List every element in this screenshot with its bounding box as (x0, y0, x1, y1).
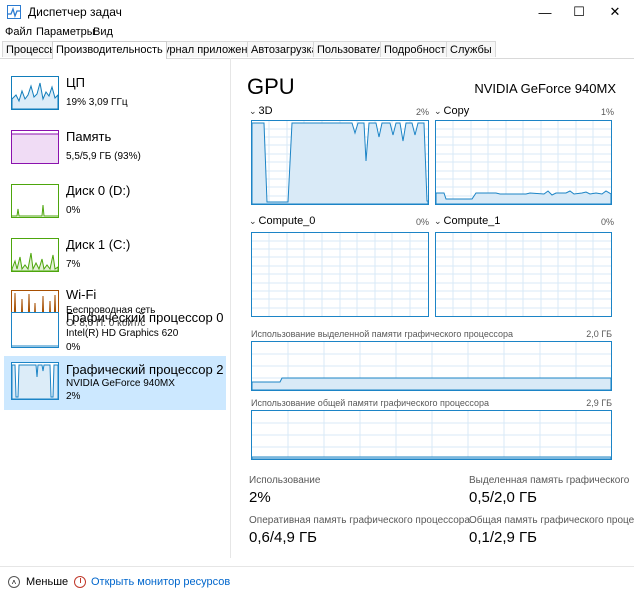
task-manager-icon (7, 5, 21, 19)
resource-disk-0[interactable]: Диск 0 (D:) 0% (4, 174, 226, 228)
resource-name: Графический процессор 0 (66, 310, 224, 325)
shared-memory-graph (251, 410, 612, 460)
resource-gpu-2[interactable]: Графический процессор 2 NVIDIA GeForce 9… (4, 356, 226, 410)
chevron-down-icon: ⌄ (249, 106, 257, 116)
menu-file[interactable]: Файл (5, 26, 32, 38)
dedicated-memory-max: 2,0 ГБ (586, 329, 612, 339)
stat-gpu-memory-value: 0,6/4,9 ГБ (249, 529, 318, 546)
stat-dedicated-label: Выделенная память графического (469, 475, 630, 486)
chevron-down-icon: ⌄ (249, 216, 257, 226)
resource-name: Wi-Fi (66, 287, 97, 302)
resource-name: Диск 1 (C:) (66, 237, 131, 252)
resource-monitor-icon (74, 576, 86, 588)
open-resource-monitor-link[interactable]: Открыть монитор ресурсов (74, 576, 230, 588)
engine-percent: 2% (415, 107, 429, 117)
resource-detail: Intel(R) HD Graphics 620 (66, 328, 179, 339)
menu-options[interactable]: Параметры (36, 26, 95, 38)
engine-name: Copy (443, 105, 470, 117)
tab-bar: Процессы Производительность Журнал прило… (0, 41, 634, 59)
resource-name: Диск 0 (D:) (66, 183, 131, 198)
maximize-button[interactable]: ☐ (562, 0, 596, 24)
minimize-button[interactable]: — (528, 0, 562, 24)
engine-percent: 1% (600, 107, 614, 117)
memory-thumbnail (11, 130, 59, 164)
resource-name: Графический процессор 2 (66, 362, 224, 377)
resource-name: ЦП (66, 75, 85, 90)
chevron-up-icon: ˄ (8, 576, 20, 588)
resource-memory[interactable]: Память 5,5/5,9 ГБ (93%) (4, 120, 226, 174)
footer: ˄ Меньше Открыть монитор ресурсов (0, 566, 634, 601)
resource-detail-2: 2% (66, 391, 81, 402)
fewer-details-label: Меньше (26, 576, 69, 588)
stat-utilization-label: Использование (249, 475, 321, 486)
stat-dedicated-value: 0,5/2,0 ГБ (469, 489, 538, 506)
window-title: Диспетчер задач (28, 5, 122, 19)
resource-list: ЦП 19% 3,09 ГГц Память 5,5/5,9 ГБ (93%) … (0, 58, 231, 558)
engine-name: Compute_0 (258, 215, 316, 227)
close-button[interactable]: ✕ (598, 0, 632, 24)
dedicated-memory-label: Использование выделенной памяти графичес… (251, 329, 513, 339)
shared-memory-max: 2,9 ГБ (586, 398, 612, 408)
resource-detail: NVIDIA GeForce 940MX (66, 378, 175, 389)
chevron-down-icon: ⌄ (434, 216, 442, 226)
engine-3d-selector[interactable]: ⌄ 3D (249, 105, 273, 117)
engine-compute1-selector[interactable]: ⌄ Compute_1 (434, 215, 500, 227)
gpu-title: GPU (247, 74, 295, 99)
tab-startup[interactable]: Автозагрузка (247, 41, 322, 57)
shared-memory-label: Использование общей памяти графического … (251, 398, 490, 408)
engine-3d-graph (251, 120, 429, 205)
engine-name: 3D (258, 105, 273, 117)
stat-shared-value: 0,1/2,9 ГБ (469, 529, 538, 546)
close-icon: ✕ (609, 4, 621, 19)
resource-detail: 5,5/5,9 ГБ (93%) (66, 151, 141, 162)
menu-view[interactable]: Вид (93, 26, 113, 38)
gpu0-thumbnail (11, 312, 59, 348)
gpu-model: NVIDIA GeForce 940MX (474, 81, 616, 96)
resource-detail: 0% (66, 205, 81, 216)
engine-copy-selector[interactable]: ⌄ Copy (434, 105, 469, 117)
engine-copy-graph (435, 120, 612, 205)
maximize-icon: ☐ (573, 4, 585, 19)
engine-compute1-graph (435, 232, 612, 317)
stat-gpu-memory-label: Оперативная память графического процессо… (249, 515, 470, 526)
menu-bar: Файл Параметры Вид (0, 24, 634, 42)
resource-detail-2: 0% (66, 342, 81, 353)
disk1-thumbnail (11, 238, 59, 272)
fewer-details-button[interactable]: ˄ Меньше (8, 576, 68, 588)
title-bar: Диспетчер задач — ☐ ✕ (0, 0, 634, 24)
gpu2-thumbnail (11, 362, 59, 400)
chevron-down-icon: ⌄ (434, 106, 442, 116)
tab-performance[interactable]: Производительность (52, 41, 167, 59)
resource-disk-1[interactable]: Диск 1 (C:) 7% (4, 228, 226, 282)
engine-compute0-selector[interactable]: ⌄ Compute_0 (249, 215, 315, 227)
engine-name: Compute_1 (443, 215, 501, 227)
engine-percent: 0% (415, 217, 429, 227)
resource-name: Память (66, 129, 112, 144)
disk0-thumbnail (11, 184, 59, 218)
gpu-details-pane: GPU NVIDIA GeForce 940MX ⌄ 3D 2% ⌄ Copy 1%… (231, 58, 634, 563)
tab-details[interactable]: Подробности (380, 41, 456, 57)
resource-detail: 19% 3,09 ГГц (66, 97, 128, 108)
cpu-thumbnail (11, 76, 59, 110)
tab-services[interactable]: Службы (446, 41, 496, 57)
engine-percent: 0% (600, 217, 614, 227)
resource-cpu[interactable]: ЦП 19% 3,09 ГГц (4, 66, 226, 120)
resource-detail: 7% (66, 259, 81, 270)
stat-utilization-value: 2% (249, 489, 271, 506)
dedicated-memory-graph (251, 341, 612, 391)
engine-compute0-graph (251, 232, 429, 317)
stat-shared-label: Общая память графического проце (469, 515, 634, 526)
open-resource-monitor-label: Открыть монитор ресурсов (91, 576, 231, 588)
minimize-icon: — (538, 4, 552, 20)
